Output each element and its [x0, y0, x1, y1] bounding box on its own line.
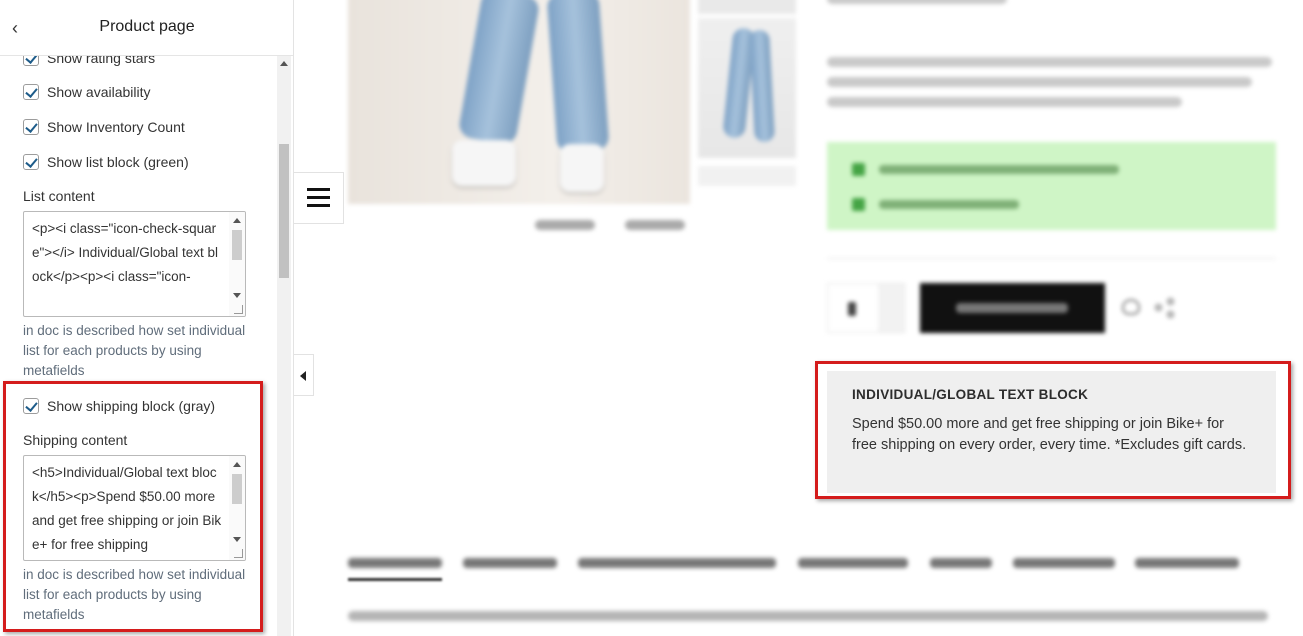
sidebar-title: Product page [99, 18, 195, 35]
checkbox-show-inventory-count[interactable]: Show Inventory Count [23, 117, 185, 137]
scroll-thumb[interactable] [279, 144, 289, 278]
collapse-sidebar-icon[interactable] [294, 354, 314, 396]
highlight-box-preview [815, 361, 1291, 499]
checkbox-show-availability[interactable]: Show availability [23, 82, 151, 102]
list-content-label: List content [23, 188, 95, 204]
zoom-video-controls [535, 220, 685, 232]
tab-global[interactable] [578, 558, 776, 568]
scroll-down-icon[interactable] [233, 293, 241, 298]
green-list-block [827, 142, 1276, 230]
theme-editor: ‹ Product page Show rating stars Show av… [0, 0, 1303, 636]
description-paragraph [348, 611, 1268, 621]
divider [827, 258, 1276, 259]
checkbox-show-list-block[interactable]: Show list block (green) [23, 152, 189, 172]
checkbox-label: Show list block (green) [47, 154, 189, 170]
quantity-stepper[interactable] [827, 283, 906, 333]
sidebar-header: ‹ Product page [0, 0, 293, 56]
checkbox-show-rating-stars[interactable]: Show rating stars [23, 56, 155, 68]
product-thumbnail [698, 18, 796, 158]
wishlist-heart-icon[interactable] [1122, 299, 1140, 315]
scroll-up-icon[interactable] [233, 218, 241, 223]
checkbox-label: Show rating stars [47, 56, 156, 66]
tab-reviews[interactable] [930, 558, 992, 568]
checkbox-label: Show availability [47, 84, 151, 100]
checkbox-checked-icon[interactable] [23, 56, 39, 66]
list-content-hint: in doc is described how set individual l… [23, 323, 246, 378]
list-content-textarea[interactable]: <p><i class="icon-check-square"></i> Ind… [23, 211, 246, 317]
share-icon[interactable] [1155, 298, 1175, 318]
product-description [827, 55, 1277, 115]
thumbnail-nav [698, 166, 796, 186]
tab-description[interactable] [348, 558, 442, 568]
tab-assigned-tags[interactable] [798, 558, 908, 568]
textarea-scrollbar[interactable] [229, 212, 245, 316]
add-to-cart-button[interactable] [920, 283, 1105, 333]
scroll-up-icon[interactable] [280, 61, 288, 66]
list-content-value[interactable]: <p><i class="icon-check-square"></i> Ind… [32, 217, 222, 289]
tab-custom-2[interactable] [1135, 558, 1239, 568]
checkbox-checked-icon[interactable] [23, 84, 39, 100]
product-thumbnail [698, 0, 796, 14]
highlight-box-settings [3, 381, 263, 632]
sidebar-scrollbar[interactable] [277, 56, 291, 636]
checkbox-checked-icon[interactable] [23, 119, 39, 135]
menu-icon[interactable] [294, 172, 344, 224]
tab-sizing-guide[interactable] [463, 558, 557, 568]
resize-grip-icon[interactable] [234, 305, 243, 314]
checkbox-checked-icon[interactable] [23, 154, 39, 170]
active-tab-underline [348, 578, 442, 581]
settings-sidebar: ‹ Product page Show rating stars Show av… [0, 0, 294, 636]
product-meta-line [827, 0, 1007, 4]
product-main-image [348, 0, 690, 204]
checkbox-label: Show Inventory Count [47, 119, 185, 135]
tab-custom-1[interactable] [1013, 558, 1115, 568]
scroll-thumb[interactable] [232, 230, 242, 260]
